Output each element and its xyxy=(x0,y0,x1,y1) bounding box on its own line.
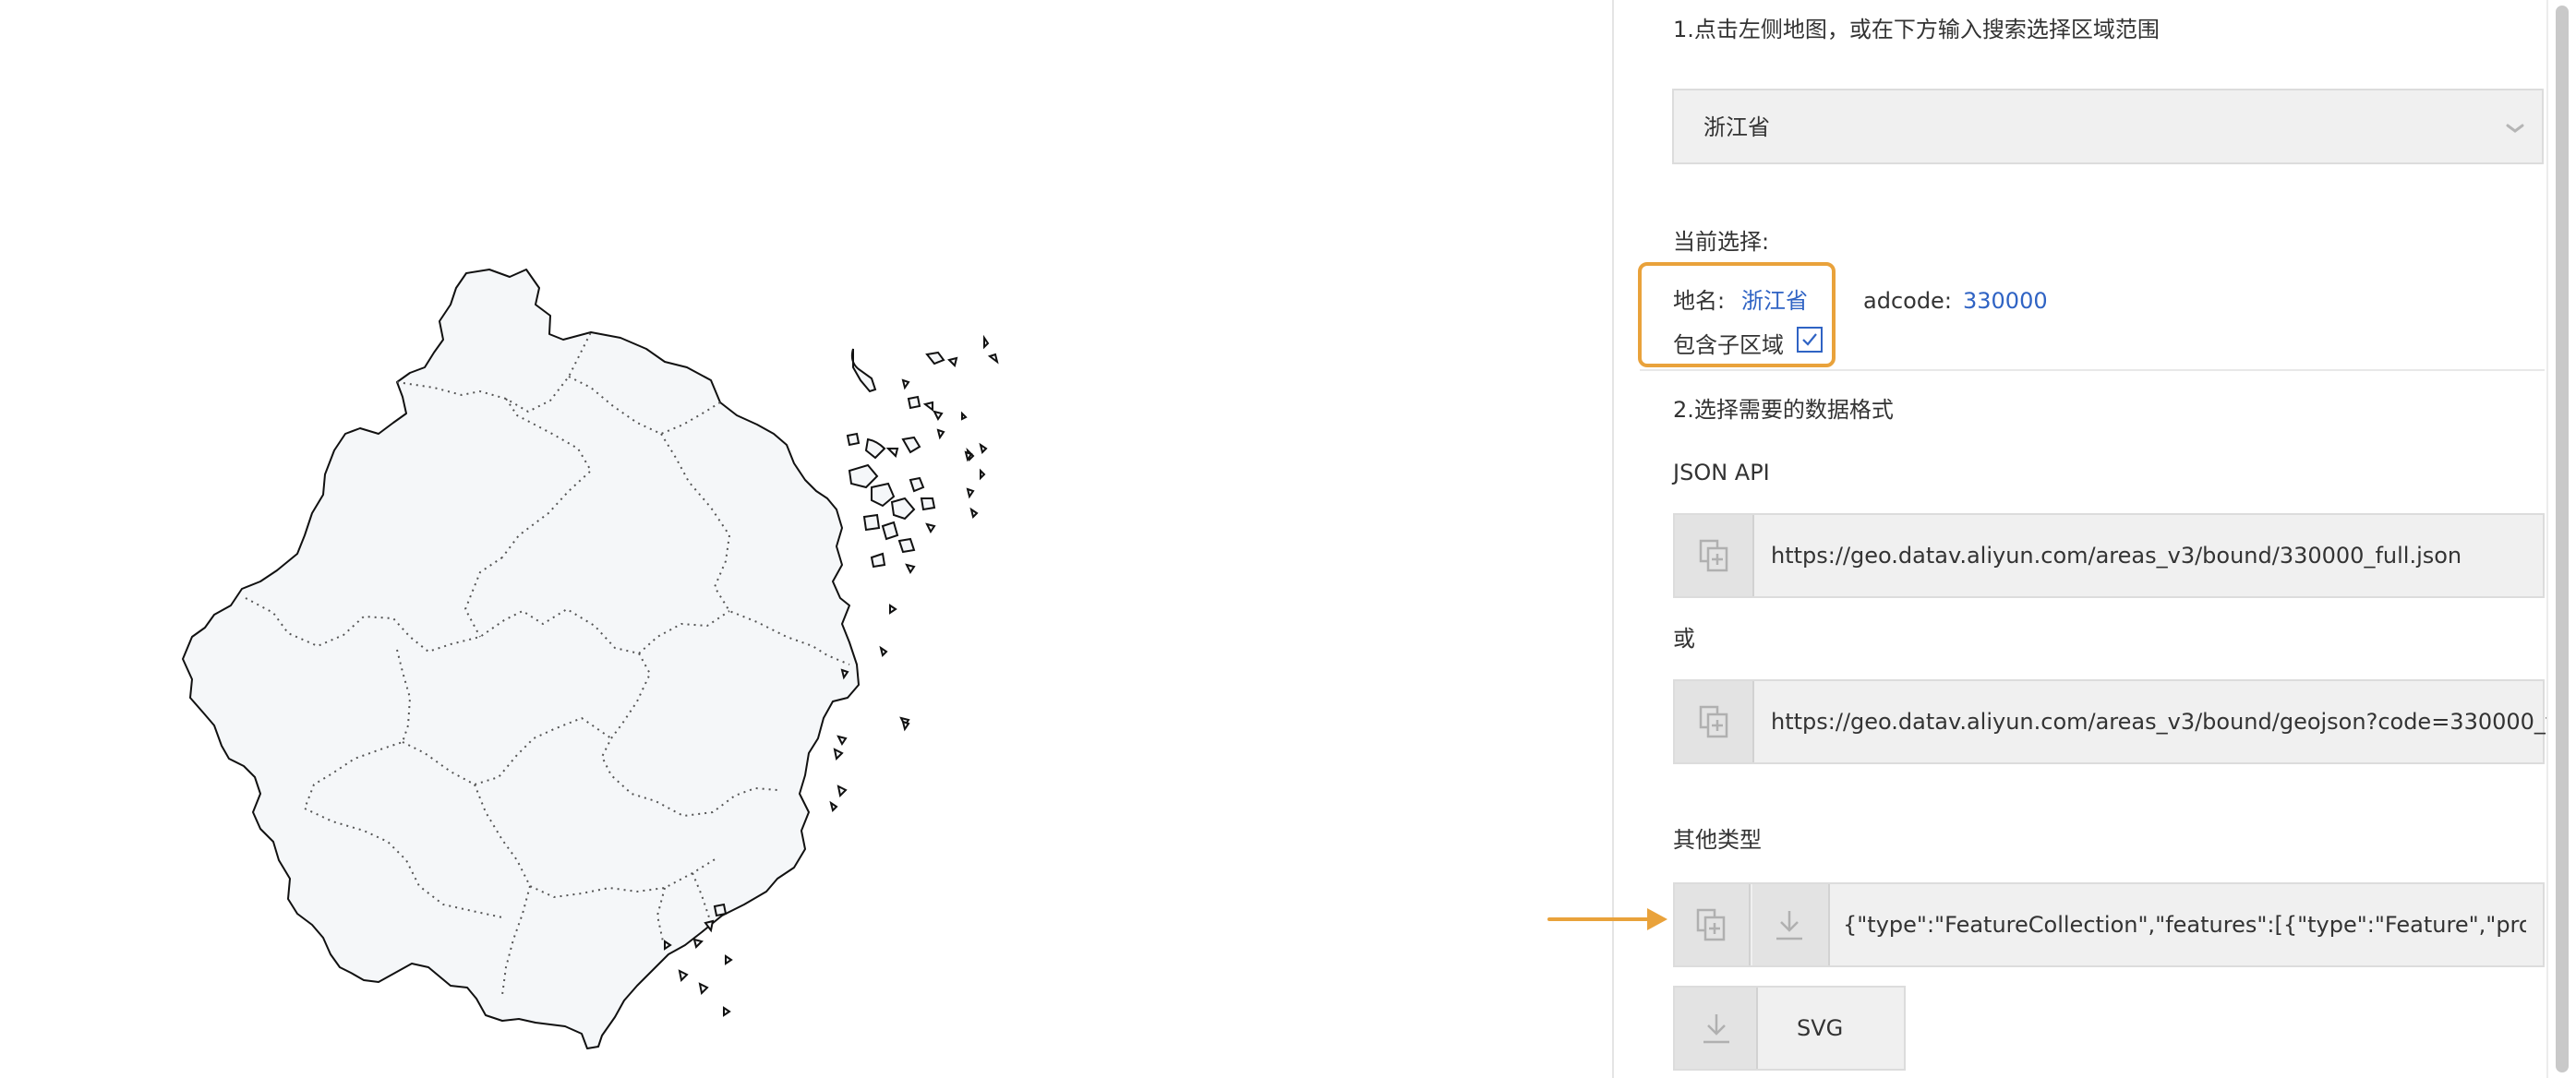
selection-highlight-box xyxy=(1638,262,1836,367)
adcode-value[interactable]: 330000 xyxy=(1963,286,2048,316)
copy-button[interactable] xyxy=(1675,681,1754,762)
adcode-label: adcode: xyxy=(1863,288,1952,314)
copy-icon xyxy=(1699,705,1728,738)
svg-download-button[interactable]: SVG xyxy=(1673,986,1906,1071)
copy-button[interactable] xyxy=(1675,884,1751,965)
chevron-down-icon[interactable] xyxy=(2505,118,2525,138)
step1-instruction: 1.点击左侧地图，或在下方输入搜索选择区域范围 xyxy=(1673,17,2160,42)
other-types-label: 其他类型 xyxy=(1673,827,1762,853)
copy-button[interactable] xyxy=(1675,515,1754,596)
map-panel[interactable] xyxy=(0,0,1612,1078)
copy-icon xyxy=(1699,539,1728,572)
svg-label: SVG xyxy=(1797,1015,1844,1041)
geojson-url-row: https://geo.datav.aliyun.com/areas_v3/bo… xyxy=(1673,679,2576,764)
or-label: 或 xyxy=(1673,626,1695,652)
json-url[interactable]: https://geo.datav.aliyun.com/areas_v3/bo… xyxy=(1771,541,2462,570)
json-api-label: JSON API xyxy=(1673,460,1770,485)
geojson-data-row: {"type":"FeatureCollection","features":[… xyxy=(1673,882,2545,967)
province-outline[interactable] xyxy=(182,269,860,1049)
geojson-url[interactable]: https://geo.datav.aliyun.com/areas_v3/bo… xyxy=(1771,707,2576,737)
download-icon xyxy=(1703,1014,1729,1044)
current-selection-title: 当前选择: xyxy=(1673,229,1770,255)
region-select[interactable]: 浙江省 xyxy=(1672,89,2544,164)
region-select-value: 浙江省 xyxy=(1703,114,1770,140)
divider xyxy=(1640,369,2545,371)
step2-instruction: 2.选择需要的数据格式 xyxy=(1673,397,1894,423)
download-icon xyxy=(1776,911,1802,940)
scrollbar[interactable] xyxy=(2546,0,2576,1078)
download-button[interactable] xyxy=(1752,884,1830,965)
pointer-arrow xyxy=(1547,908,1667,930)
scrollbar-thumb[interactable] xyxy=(2556,6,2569,1072)
download-button[interactable] xyxy=(1675,988,1758,1069)
json-url-row: https://geo.datav.aliyun.com/areas_v3/bo… xyxy=(1673,513,2545,598)
geojson-preview[interactable]: {"type":"FeatureCollection","features":[… xyxy=(1843,910,2526,940)
zhejiang-map[interactable] xyxy=(0,0,1612,1078)
copy-icon xyxy=(1696,908,1726,941)
